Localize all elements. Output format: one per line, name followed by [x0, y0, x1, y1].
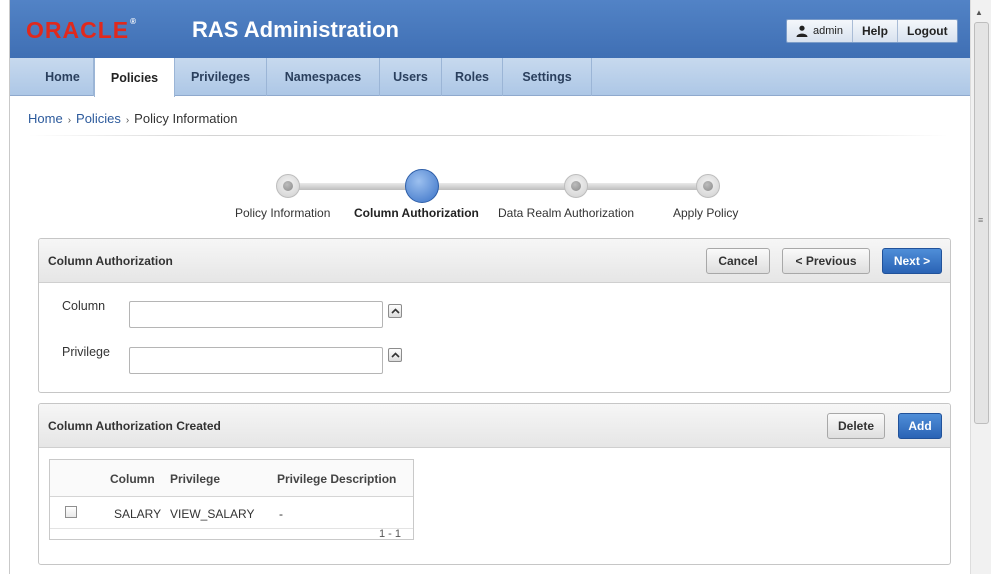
row-select-checkbox[interactable] [65, 506, 77, 518]
breadcrumb: Home › Policies › Policy Information [28, 111, 238, 126]
train-step-4-label: Apply Policy [673, 206, 739, 220]
scrollbar-thumb[interactable]: ≡ [974, 22, 989, 424]
authorizations-report: Column Privilege Privilege Description S… [49, 459, 414, 540]
tab-namespaces[interactable]: Namespaces [267, 58, 380, 96]
row-description-cell: - [279, 507, 283, 521]
tab-privileges[interactable]: Privileges [175, 58, 267, 96]
train-step-1-indicator[interactable] [276, 174, 300, 198]
breadcrumb-separator: › [125, 115, 130, 126]
app-header: ORACLE® RAS Administration admin Help Lo… [10, 0, 970, 58]
train-step-1-label[interactable]: Policy Information [235, 206, 330, 220]
chevron-up-icon [391, 308, 400, 314]
breadcrumb-divider [28, 135, 948, 136]
oracle-logo: ORACLE® [26, 17, 138, 43]
breadcrumb-policies[interactable]: Policies [76, 111, 121, 126]
row-privilege-cell: VIEW_SALARY [170, 507, 255, 521]
train-step-3-label: Data Realm Authorization [498, 206, 635, 220]
previous-button[interactable]: < Previous [782, 248, 870, 274]
row-column-cell: SALARY [114, 507, 162, 521]
breadcrumb-separator: › [67, 115, 72, 126]
help-link[interactable]: Help [853, 20, 898, 42]
cancel-button[interactable]: Cancel [706, 248, 770, 274]
tab-policies[interactable]: Policies [94, 58, 175, 97]
privilege-input[interactable] [129, 347, 383, 374]
column-authorization-created-region: Column Authorization Created Delete Add … [38, 403, 951, 565]
privilege-lov-button[interactable] [388, 348, 402, 362]
delete-button[interactable]: Delete [827, 413, 885, 439]
tab-bar: Home Policies Privileges Namespaces User… [10, 58, 970, 97]
train-step-4-indicator [696, 174, 720, 198]
window-left-edge [0, 0, 10, 574]
user-icon [796, 25, 808, 37]
region-title: Column Authorization [48, 254, 173, 268]
privilege-description-header[interactable]: Privilege Description [277, 472, 396, 486]
train-step-2-label: Column Authorization [354, 206, 479, 220]
column-input[interactable] [129, 301, 383, 328]
pagination-text: 1 - 1 [378, 528, 401, 540]
report-header-row: Column Privilege Privilege Description [50, 460, 413, 497]
page: ORACLE® RAS Administration admin Help Lo… [10, 0, 970, 574]
chevron-up-icon [391, 352, 400, 358]
table-row: SALARY VIEW_SALARY - [50, 497, 413, 529]
logout-link[interactable]: Logout [898, 20, 957, 42]
app-title: RAS Administration [192, 17, 399, 42]
progress-train-track [288, 183, 710, 190]
column-header[interactable]: Column [110, 472, 155, 486]
train-step-2-indicator-current [405, 169, 439, 203]
scroll-up-arrow-icon[interactable]: ▲ [975, 8, 983, 17]
add-button[interactable]: Add [898, 413, 942, 439]
column-label: Column [62, 299, 106, 313]
region-title: Column Authorization Created [48, 419, 221, 433]
column-authorization-region: Column Authorization Cancel < Previous N… [38, 238, 951, 393]
tab-home[interactable]: Home [32, 58, 94, 96]
grip-icon: ≡ [978, 215, 984, 225]
region-header: Column Authorization Created Delete Add [39, 404, 950, 448]
breadcrumb-current: Policy Information [134, 111, 238, 126]
user-account-link[interactable]: admin [787, 20, 853, 42]
vertical-scrollbar[interactable]: ▲ ≡ [970, 0, 991, 574]
privilege-header[interactable]: Privilege [170, 472, 220, 486]
tab-roles[interactable]: Roles [442, 58, 503, 96]
train-step-3-indicator [564, 174, 588, 198]
user-name: admin [813, 25, 843, 37]
region-header: Column Authorization Cancel < Previous N… [39, 239, 950, 283]
column-lov-button[interactable] [388, 304, 402, 318]
privilege-label: Privilege [62, 345, 110, 359]
tab-settings[interactable]: Settings [503, 58, 592, 96]
user-menu: admin Help Logout [786, 19, 958, 43]
next-button[interactable]: Next > [882, 248, 942, 274]
breadcrumb-home[interactable]: Home [28, 111, 63, 126]
tab-users[interactable]: Users [380, 58, 442, 96]
